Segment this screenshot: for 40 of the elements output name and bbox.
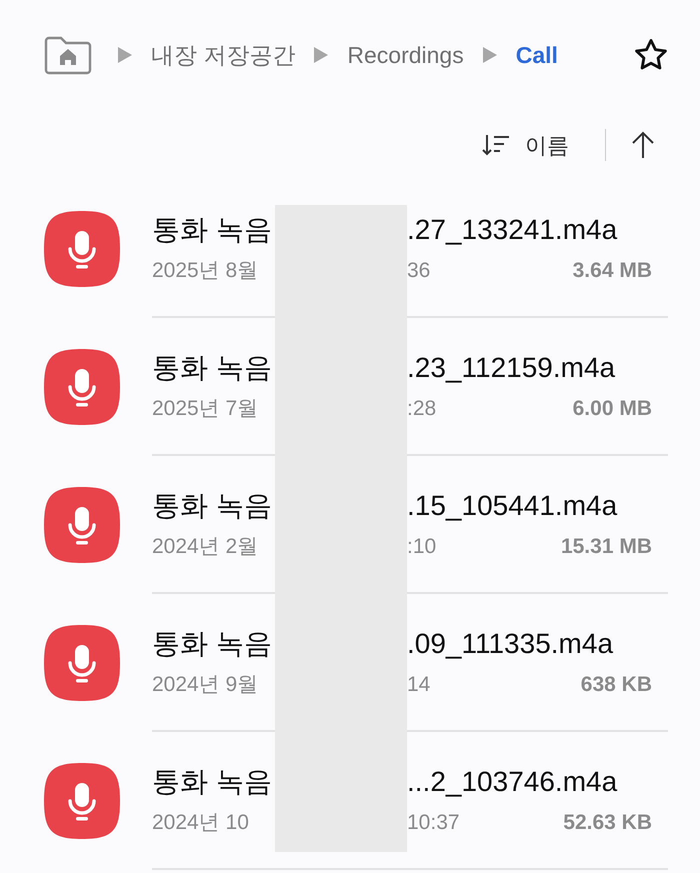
file-name: .09_111335.m4a (407, 627, 614, 662)
file-size: 15.31 MB (560, 534, 652, 560)
file-name: 통화 녹음 (152, 627, 273, 662)
file-name: .23_112159.m4a (407, 351, 616, 386)
file-date: 2024년 10 (152, 810, 250, 836)
file-date: :28 (407, 396, 436, 422)
arrow-up-icon[interactable] (630, 130, 656, 160)
file-date: 10:37 (407, 810, 460, 836)
microphone-app-icon (44, 625, 120, 701)
sort-icon[interactable] (481, 132, 511, 158)
file-name: 통화 녹음 (152, 765, 273, 800)
microphone-app-icon (44, 349, 120, 425)
chevron-icon (482, 46, 498, 64)
file-size: 3.64 MB (572, 258, 652, 284)
file-size: 6.00 MB (572, 396, 652, 422)
file-date: 2024년 9월 (152, 672, 260, 698)
file-name: ...2_103746.m4a (407, 765, 618, 800)
breadcrumb-item[interactable]: 내장 저장공간 (151, 38, 296, 72)
breadcrumb-item[interactable]: Recordings (347, 38, 464, 72)
file-name: 통화 녹음 (152, 351, 273, 386)
file-name: .15_105441.m4a (407, 489, 618, 524)
microphone-app-icon (44, 763, 120, 839)
home-folder-icon[interactable] (43, 35, 93, 75)
microphone-app-icon (44, 487, 120, 563)
chevron-icon (117, 46, 133, 64)
file-size: 52.63 KB (563, 810, 652, 836)
breadcrumb-item[interactable]: Call (516, 38, 558, 72)
file-date: 2025년 8월 (152, 258, 260, 284)
file-date: 2025년 7월 (152, 396, 260, 422)
sort-label[interactable]: 이름 (525, 128, 569, 162)
file-date: :10 (407, 534, 436, 560)
file-name: 통화 녹음 (152, 213, 273, 248)
file-date: 2024년 2월 (152, 534, 260, 560)
file-date: 36 (407, 258, 430, 284)
microphone-app-icon (44, 211, 120, 287)
file-size: 638 KB (580, 672, 652, 698)
chevron-icon (313, 46, 330, 64)
file-name: .27_133241.m4a (407, 213, 618, 248)
file-date: 14 (407, 672, 430, 698)
file-name: 통화 녹음 (152, 489, 273, 524)
